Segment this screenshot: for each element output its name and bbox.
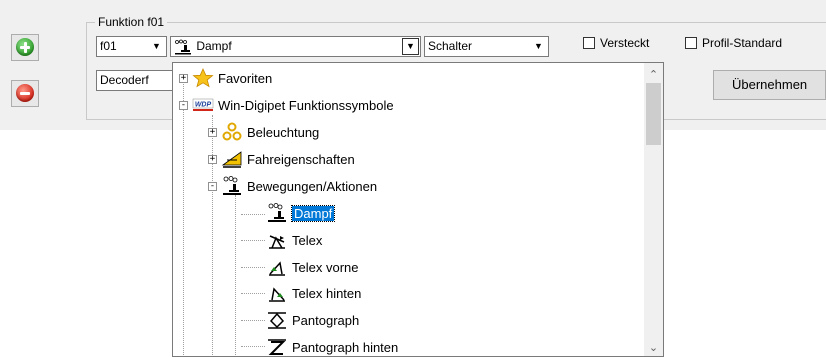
tree-item-telex-vorne[interactable]: Telex vorne [266,254,358,280]
expand-icon[interactable]: + [208,154,217,164]
collapse-icon[interactable]: - [179,100,188,110]
tree-scrollbar[interactable]: ⌃ ⌄ [644,63,663,356]
star-icon [192,68,214,88]
tree-item-label: Fahreigenschaften [247,151,355,167]
tree-line [241,293,265,295]
telex-rear-icon [269,287,285,302]
add-icon [16,38,34,56]
pantograph-rear-icon [268,339,286,355]
tree-item-fahreigenschaften[interactable]: + Fahreigenschaften [208,146,355,172]
collapse-icon[interactable]: - [208,181,217,191]
tree-line [241,320,265,322]
hidden-checkbox[interactable]: Versteckt [583,36,649,50]
tree-item-win-digipet[interactable]: - WDP Win-Digipet Funktionssymbole [179,92,394,118]
tree-item-label: Beleuchtung [247,124,320,140]
steam-icon [268,203,286,222]
tree-line [183,77,185,356]
remove-icon [16,84,34,102]
lights-icon [222,122,242,141]
scroll-up-icon[interactable]: ⌃ [644,65,663,83]
steam-icon [223,176,241,195]
tree-line [241,240,265,242]
tree-item-label: Telex vorne [292,259,359,275]
add-button[interactable] [11,34,39,61]
tree-item-label: Dampf [290,204,336,222]
tree-item-label: Favoriten [218,70,273,86]
decoder-field[interactable]: Decoderf [96,70,176,91]
remove-button[interactable] [11,80,39,107]
tree-line [241,267,265,269]
tree-item-pantograph-hinten[interactable]: Pantograph hinten [266,334,399,356]
scroll-thumb[interactable] [646,83,661,145]
telex-front-icon [269,261,285,276]
wdp-logo-icon: WDP [192,98,214,111]
svg-text:WDP: WDP [195,102,212,109]
tree-item-pantograph[interactable]: Pantograph [266,307,359,333]
tree-item-label: Pantograph hinten [292,339,399,355]
profile-default-checkbox[interactable]: Profil-Standard [685,36,782,50]
steam-icon [175,39,191,55]
tree-item-label: Bewegungen/Aktionen [247,178,378,194]
chevron-down-icon[interactable]: ▼ [148,38,165,55]
apply-button[interactable]: Übernehmen [713,70,826,100]
pantograph-icon [268,312,286,329]
expand-icon[interactable]: + [179,73,188,83]
tree-item-telex-hinten[interactable]: Telex hinten [266,280,361,306]
chevron-down-icon[interactable]: ▼ [530,38,547,55]
tree-item-bewegungen-aktionen[interactable]: - Bewegungen/Aktionen [208,173,377,199]
tree-item-telex[interactable]: Telex [266,227,322,253]
tree-item-label: Telex [292,232,323,248]
function-select-value: f01 [100,39,117,53]
icon-select-value: Dampf [196,39,232,53]
scroll-down-icon[interactable]: ⌄ [644,338,663,356]
type-select-value: Schalter [428,39,473,53]
icon-select[interactable]: Dampf ▼ [170,36,421,57]
tree-item-beleuchtung[interactable]: + Beleuchtung [208,119,319,145]
profile-default-label: Profil-Standard [702,36,783,50]
tree-line [241,346,265,348]
type-select[interactable]: Schalter ▼ [424,36,549,57]
icon-tree-dropdown[interactable]: + Favoriten - WDP Win-Digipet Funktionss… [172,62,664,357]
tree-item-label: Pantograph [292,312,360,328]
tree-item-favoriten[interactable]: + Favoriten [179,65,272,91]
decoder-field-value: Decoderf [100,73,149,87]
group-title: Funktion f01 [95,15,168,29]
hidden-checkbox-label: Versteckt [600,36,650,50]
checkbox-box[interactable] [685,37,697,49]
checkbox-box[interactable] [583,37,595,49]
tree-item-dampf[interactable]: Dampf [266,200,336,226]
function-select[interactable]: f01 ▼ [96,36,167,57]
tree-line [235,195,237,356]
chevron-down-icon[interactable]: ▼ [402,38,419,55]
tree-item-label: Telex hinten [292,285,362,301]
tree-item-label: Win-Digipet Funktionssymbole [218,97,394,113]
expand-icon[interactable]: + [208,127,217,137]
telex-icon [269,235,285,249]
ramp-icon [221,151,242,168]
tree-line [241,214,265,216]
